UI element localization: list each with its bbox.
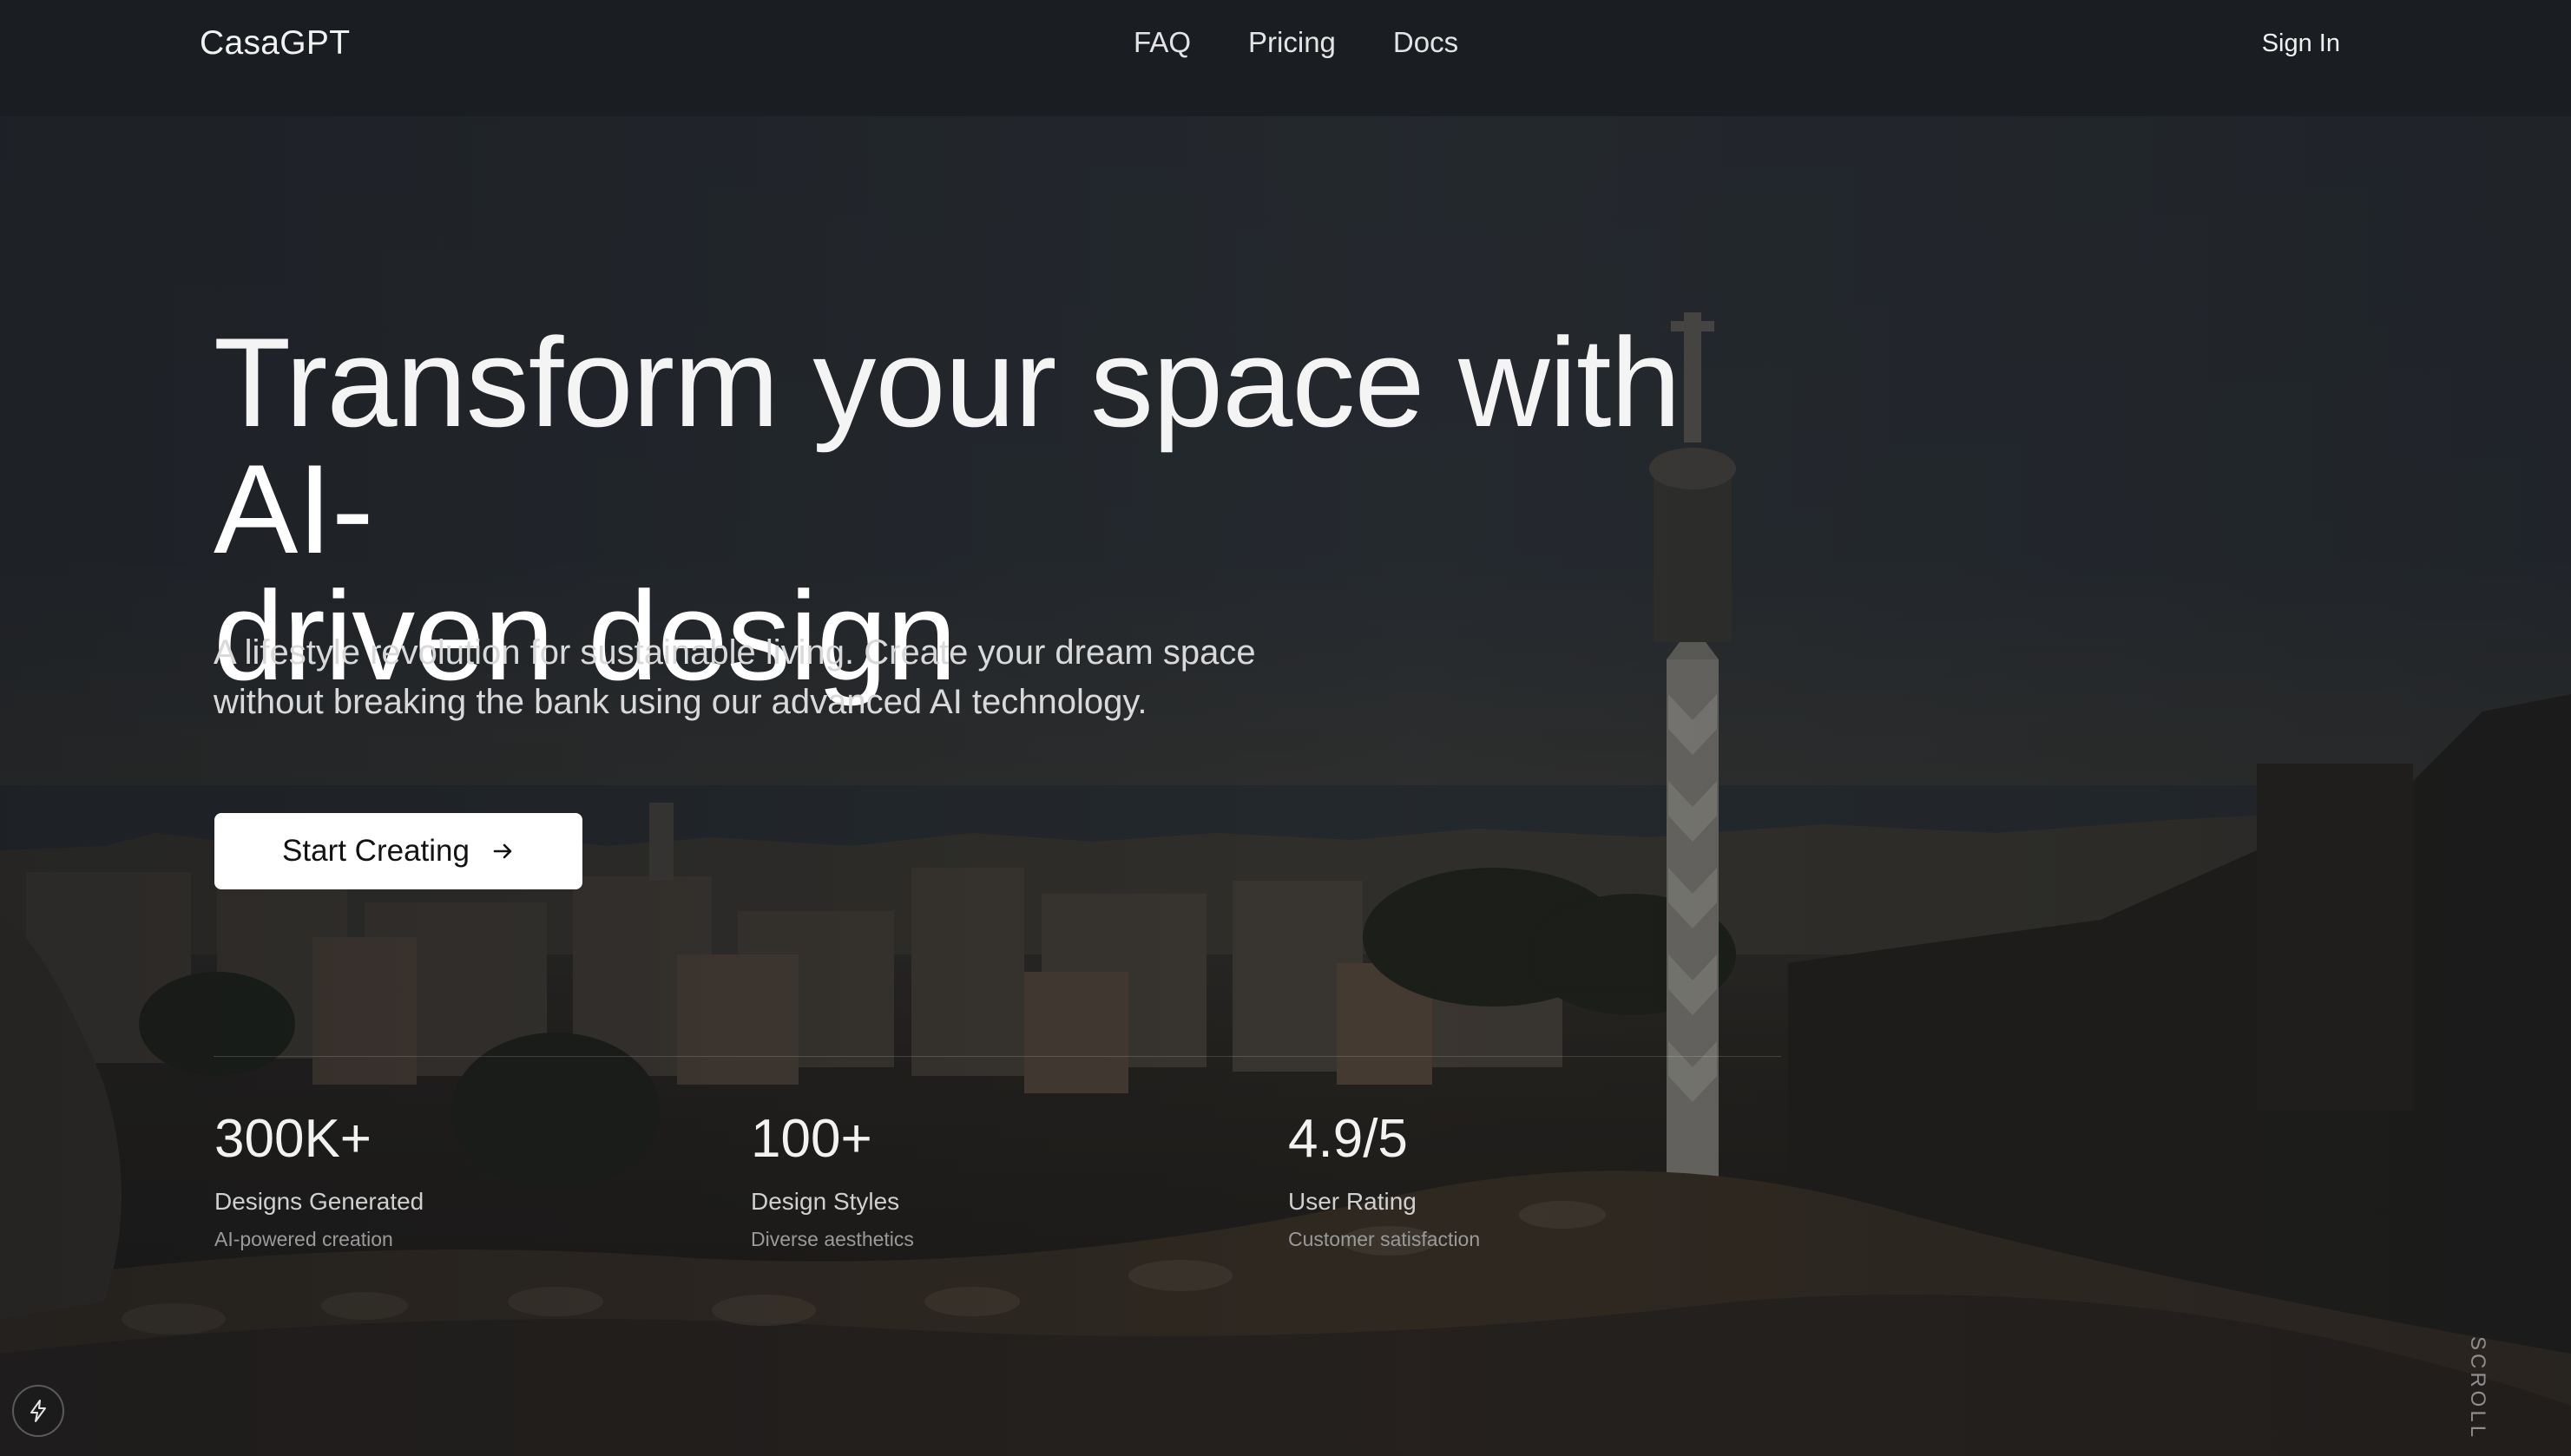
start-creating-label: Start Creating [282, 834, 470, 868]
nav-link-pricing[interactable]: Pricing [1248, 26, 1336, 59]
nav-link-faq[interactable]: FAQ [1134, 26, 1191, 59]
nav-links: FAQ Pricing Docs [1134, 26, 1458, 59]
stat-user-rating: 4.9/5 User Rating Customer satisfaction [1288, 1109, 1480, 1251]
stat-value: 100+ [751, 1109, 872, 1169]
hero-title-light: Transform your space with [214, 312, 1681, 453]
lightning-icon [30, 1400, 46, 1422]
stat-label: Designs Generated [214, 1188, 424, 1215]
stat-label: User Rating [1288, 1188, 1417, 1215]
top-navigation-bar: CasaGPT FAQ Pricing Docs Sign In [0, 0, 2571, 116]
stats-divider [214, 1056, 1781, 1057]
nav-link-docs[interactable]: Docs [1393, 26, 1458, 59]
stat-subtext: Diverse aesthetics [751, 1228, 914, 1250]
stat-design-styles: 100+ Design Styles Diverse aesthetics [751, 1109, 914, 1251]
hero-subtitle: A lifestyle revolution for sustainable l… [214, 633, 1256, 721]
brand-logo-text[interactable]: CasaGPT [200, 24, 350, 62]
stat-value: 4.9/5 [1288, 1109, 1408, 1169]
arrow-right-icon [493, 843, 512, 859]
start-creating-button[interactable]: Start Creating [214, 813, 582, 889]
stat-designs-generated: 300K+ Designs Generated AI-powered creat… [214, 1109, 424, 1251]
lightning-badge-button[interactable] [12, 1385, 64, 1437]
sign-in-link[interactable]: Sign In [2262, 30, 2340, 58]
stat-subtext: Customer satisfaction [1288, 1228, 1481, 1250]
stat-value: 300K+ [214, 1109, 372, 1169]
hero-title-strong-part1: AI- [214, 438, 374, 580]
stat-label: Design Styles [751, 1188, 900, 1215]
stat-subtext: AI-powered creation [214, 1228, 393, 1250]
scroll-indicator[interactable]: SCROLL [2462, 1336, 2489, 1444]
